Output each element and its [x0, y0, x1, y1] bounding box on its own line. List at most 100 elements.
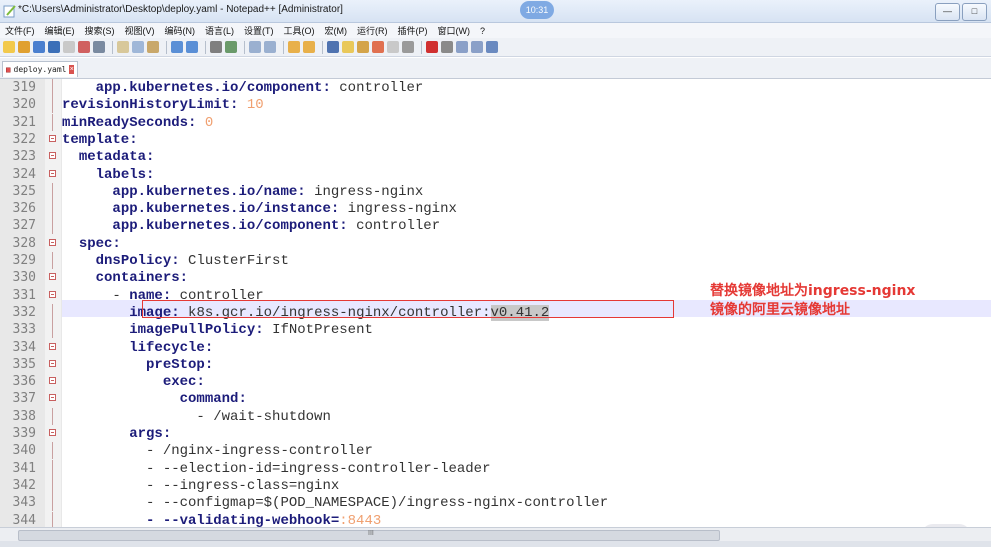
yaml-key: imagePullPolicy — [129, 322, 256, 339]
new-file-icon[interactable] — [3, 41, 15, 53]
open-file-icon[interactable] — [18, 41, 30, 53]
replace-icon[interactable] — [225, 41, 237, 53]
code-text: - --configmap=$(POD_NAMESPACE)/ingress-n… — [62, 495, 608, 511]
line-number: 326 — [12, 201, 36, 217]
menu-search[interactable]: 搜索(S) — [80, 24, 120, 37]
code-line[interactable]: 327 app.kubernetes.io/component: control… — [0, 217, 991, 235]
save-icon[interactable] — [33, 41, 45, 53]
save-macro-icon[interactable] — [486, 41, 498, 53]
menu-plugins[interactable]: 插件(P) — [393, 24, 433, 37]
maximize-button[interactable]: □ — [962, 3, 987, 21]
fold-toggle-icon[interactable] — [49, 290, 56, 298]
menu-file[interactable]: 文件(F) — [0, 24, 40, 37]
menu-edit[interactable]: 编辑(E) — [40, 24, 80, 37]
code-line[interactable]: 323 metadata: — [0, 148, 991, 165]
record-macro-icon[interactable] — [426, 41, 438, 53]
stop-macro-icon[interactable] — [441, 41, 453, 53]
yaml-value: IfNotPresent — [272, 322, 373, 339]
horizontal-scrollbar[interactable]: III — [0, 527, 991, 542]
menu-help[interactable]: ? — [475, 26, 490, 36]
menu-tools[interactable]: 工具(O) — [279, 24, 320, 37]
line-number: 328 — [12, 235, 36, 251]
sync-horizontal-icon[interactable] — [303, 41, 315, 53]
code-line[interactable]: 326 app.kubernetes.io/instance: ingress-… — [0, 200, 991, 218]
close-all-icon[interactable] — [78, 41, 90, 53]
code-editor[interactable]: 319 app.kubernetes.io/component: control… — [0, 79, 991, 527]
fold-toggle-icon[interactable] — [49, 273, 56, 281]
yaml-key: app.kubernetes.io/name — [112, 183, 298, 200]
zoom-in-icon[interactable] — [249, 41, 261, 53]
yaml-key: preStop — [146, 356, 205, 373]
code-text: - /wait-shutdown — [62, 409, 330, 425]
code-line[interactable]: 343 - --configmap=$(POD_NAMESPACE)/ingre… — [0, 494, 991, 512]
code-line[interactable]: 344 - --validating-webhook=:8443 — [0, 511, 991, 528]
code-line[interactable]: 329 dnsPolicy: ClusterFirst — [0, 252, 991, 269]
find-icon[interactable] — [210, 41, 222, 53]
fold-toggle-icon[interactable] — [49, 134, 56, 142]
code-line[interactable]: 336 exec: — [0, 373, 991, 390]
code-line[interactable]: 334 lifecycle: — [0, 339, 991, 356]
play-macro-icon[interactable] — [456, 41, 468, 53]
code-line[interactable]: 328 spec: — [0, 235, 991, 252]
show-all-chars-icon[interactable] — [342, 41, 354, 53]
code-text: dnsPolicy: ClusterFirst — [62, 253, 289, 269]
yaml-separator: : — [196, 374, 205, 391]
tab-close-icon[interactable]: × — [69, 65, 74, 74]
code-line[interactable]: 340 - /nginx-ingress-controller — [0, 442, 991, 460]
run-macro-multiple-icon[interactable] — [471, 41, 483, 53]
menu-bar: 文件(F) 编辑(E) 搜索(S) 视图(V) 编码(N) 语言(L) 设置(T… — [0, 23, 991, 38]
menu-macro[interactable]: 宏(M) — [320, 24, 353, 37]
folder-workspace-icon[interactable] — [402, 41, 414, 53]
fold-toggle-icon[interactable] — [49, 394, 56, 402]
save-all-icon[interactable] — [48, 41, 60, 53]
tab-deploy-yaml[interactable]: deploy.yaml × — [2, 61, 78, 77]
fold-toggle-icon[interactable] — [49, 377, 56, 385]
paste-icon[interactable] — [147, 41, 159, 53]
code-line[interactable]: 321 minReadySeconds: 0 — [0, 113, 991, 131]
code-line[interactable]: 338 - /wait-shutdown — [0, 407, 991, 425]
word-wrap-icon[interactable] — [327, 41, 339, 53]
menu-encoding[interactable]: 编码(N) — [160, 24, 201, 37]
code-line[interactable]: 335 preStop: — [0, 356, 991, 373]
zoom-out-icon[interactable] — [264, 41, 276, 53]
code-line[interactable]: 342 - --ingress-class=nginx — [0, 476, 991, 494]
yaml-value: - --election-id=ingress-controller-leade… — [146, 460, 491, 477]
code-line[interactable]: 341 - --election-id=ingress-controller-l… — [0, 459, 991, 477]
minimize-button[interactable]: — — [935, 3, 960, 21]
redo-icon[interactable] — [186, 41, 198, 53]
menu-language[interactable]: 语言(L) — [200, 24, 239, 37]
print-icon[interactable] — [93, 41, 105, 53]
indent-guide-icon[interactable] — [357, 41, 369, 53]
fold-toggle-icon[interactable] — [49, 169, 56, 177]
fold-toggle-icon[interactable] — [49, 342, 56, 350]
fold-toggle-icon[interactable] — [49, 238, 56, 246]
copy-icon[interactable] — [132, 41, 144, 53]
code-line[interactable]: 333 imagePullPolicy: IfNotPresent — [0, 321, 991, 339]
code-text: spec: — [62, 236, 121, 252]
fold-toggle-icon[interactable] — [49, 429, 56, 436]
menu-run[interactable]: 运行(R) — [352, 24, 393, 37]
code-line[interactable]: 337 command: — [0, 390, 991, 407]
code-line[interactable]: 322 template: — [0, 131, 991, 148]
menu-window[interactable]: 窗口(W) — [433, 24, 476, 37]
code-line[interactable]: 324 labels: — [0, 166, 991, 183]
fold-toggle-icon[interactable] — [49, 152, 56, 160]
fold-line — [52, 200, 53, 218]
sync-vertical-icon[interactable] — [288, 41, 300, 53]
code-line[interactable]: 325 app.kubernetes.io/name: ingress-ngin… — [0, 182, 991, 200]
function-list-icon[interactable] — [387, 41, 399, 53]
close-icon[interactable] — [63, 41, 75, 53]
code-line[interactable]: 319 app.kubernetes.io/component: control… — [0, 79, 991, 96]
doc-map-icon[interactable] — [372, 41, 384, 53]
code-line[interactable]: 339 args: — [0, 425, 991, 442]
code-line[interactable]: 320 revisionHistoryLimit: 10 — [0, 96, 991, 114]
fold-toggle-icon[interactable] — [49, 359, 56, 367]
undo-icon[interactable] — [171, 41, 183, 53]
cut-icon[interactable] — [117, 41, 129, 53]
title-bar: *C:\Users\Administrator\Desktop\deploy.y… — [0, 0, 991, 23]
yaml-separator: : — [230, 97, 247, 114]
menu-settings[interactable]: 设置(T) — [239, 24, 279, 37]
menu-view[interactable]: 视图(V) — [120, 24, 160, 37]
